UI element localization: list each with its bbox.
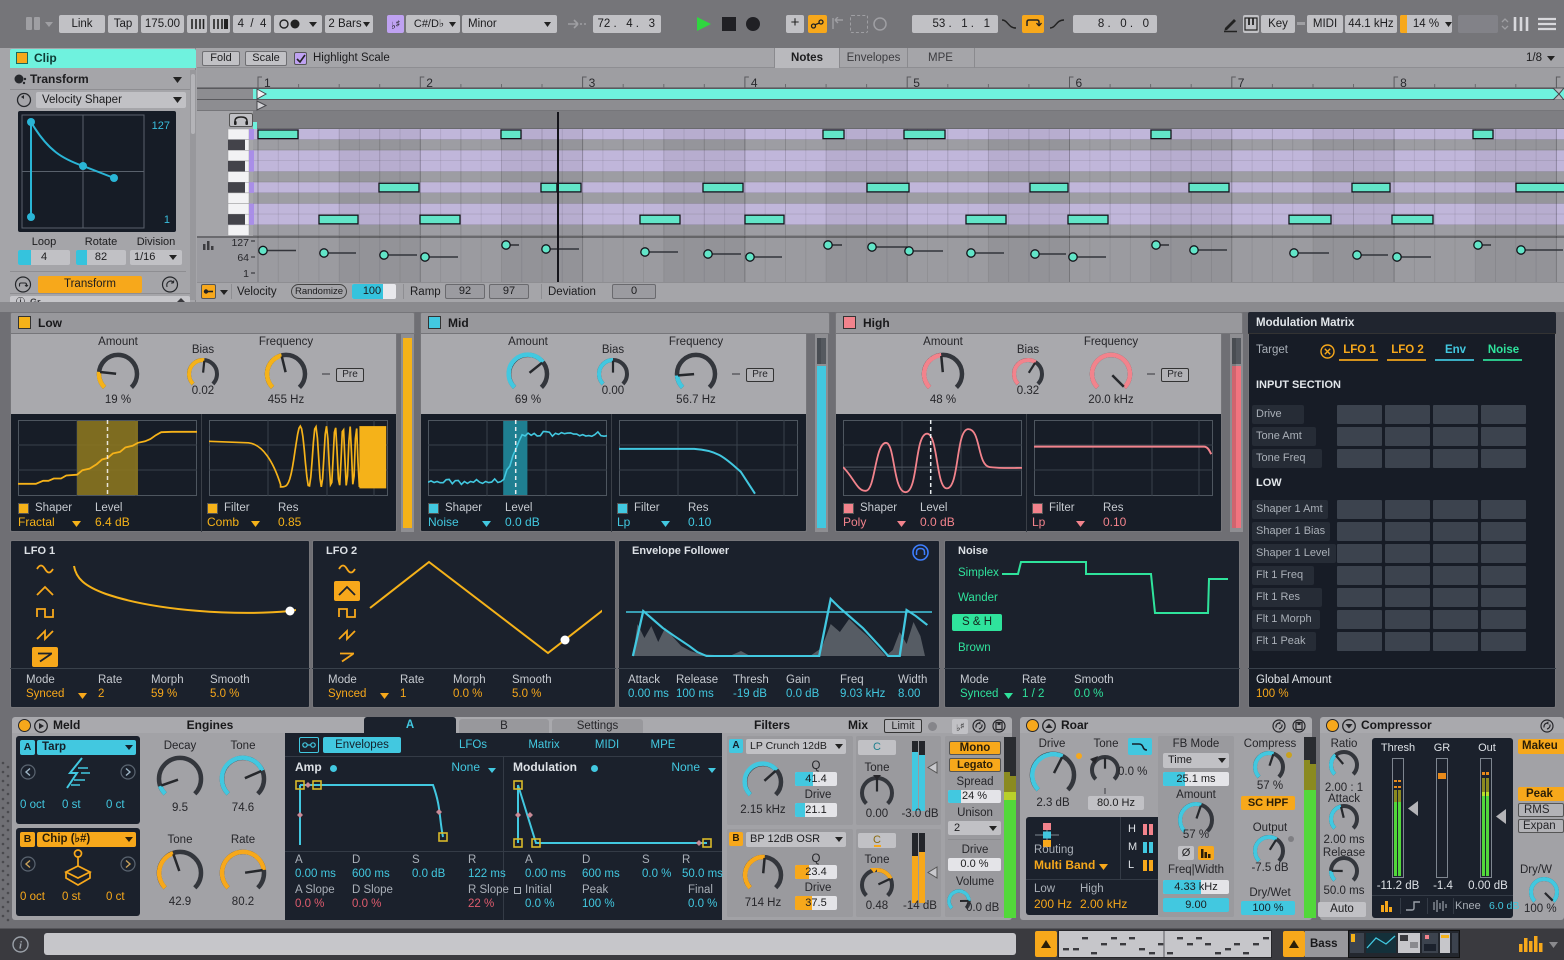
svg-text:4: 4 (751, 76, 758, 88)
svg-text:3: 3 (589, 76, 596, 88)
svg-text:127: 127 (152, 120, 170, 132)
svg-text:i: i (19, 940, 23, 952)
svg-text:127: 127 (231, 237, 249, 249)
svg-text:64: 64 (237, 252, 249, 264)
svg-text:1: 1 (243, 268, 249, 280)
svg-text:1: 1 (264, 76, 271, 88)
svg-text:1: 1 (164, 214, 170, 226)
svg-text:2: 2 (426, 76, 433, 88)
svg-text:7: 7 (1238, 76, 1245, 88)
svg-text:5: 5 (913, 76, 920, 88)
svg-text:8: 8 (1400, 76, 1407, 88)
svg-text:6: 6 (1076, 76, 1083, 88)
